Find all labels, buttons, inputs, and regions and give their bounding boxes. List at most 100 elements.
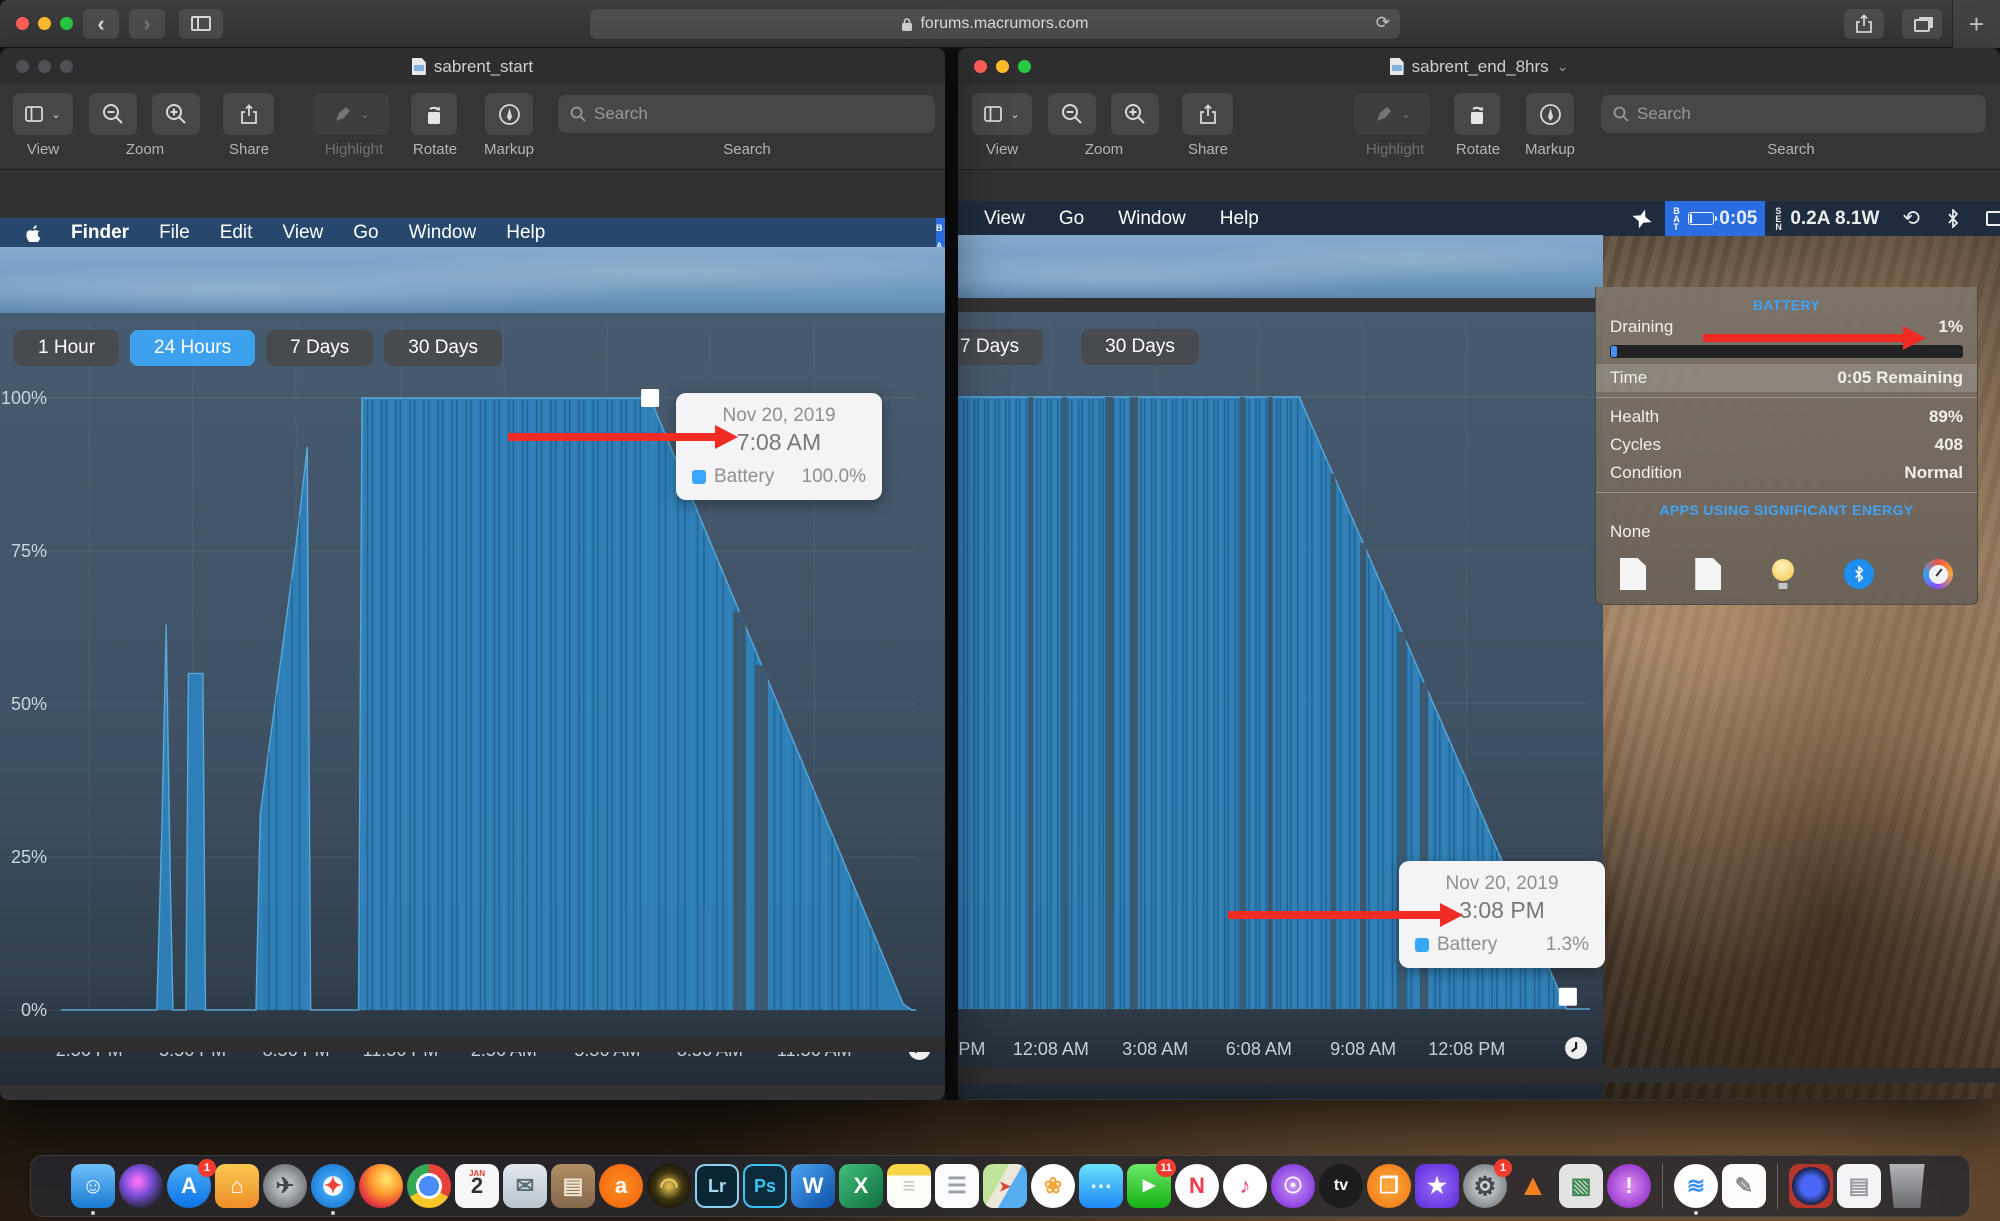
- sidebar-toggle-button[interactable]: [179, 9, 223, 39]
- markup-button[interactable]: [485, 93, 533, 135]
- rotate-button[interactable]: [411, 93, 457, 135]
- sensor-status-item[interactable]: SEN 0.2A 8.1W: [1765, 207, 1889, 231]
- chart-cursor-marker[interactable]: [641, 389, 659, 407]
- share-button[interactable]: [1844, 9, 1884, 39]
- dock-item-books[interactable]: ❐: [1367, 1164, 1411, 1208]
- dock-item-trash[interactable]: [1885, 1164, 1929, 1208]
- dock-item-siri[interactable]: [119, 1164, 163, 1208]
- dock-item-system-preferences[interactable]: ⚙1: [1463, 1164, 1507, 1208]
- dock-item-wifi-doc[interactable]: ▤: [1837, 1164, 1881, 1208]
- dock-item-calendar[interactable]: 2JAN: [455, 1164, 499, 1208]
- back-button[interactable]: ‹: [83, 9, 119, 39]
- right-titlebar[interactable]: sabrent_end_8hrs ⌄: [958, 48, 2000, 85]
- highlight-button[interactable]: ⌄: [1354, 93, 1430, 135]
- dock-item-firefox[interactable]: [359, 1164, 403, 1208]
- dock-item-avast[interactable]: a: [599, 1164, 643, 1208]
- dock-item-radar[interactable]: ◠: [647, 1164, 691, 1208]
- bluetooth-app-icon[interactable]: [1844, 559, 1874, 589]
- menu-item[interactable]: Go: [353, 222, 378, 243]
- document-icon[interactable]: [1620, 558, 1646, 590]
- rotate-button[interactable]: [1454, 93, 1500, 135]
- zoom-out-button[interactable]: [89, 93, 137, 135]
- zoom-in-button[interactable]: [1111, 93, 1159, 135]
- range-button[interactable]: 7 Days: [958, 329, 1043, 365]
- dock-item-photos[interactable]: ❀: [1031, 1164, 1075, 1208]
- apple-menu-icon[interactable]: [26, 224, 41, 242]
- share-button[interactable]: [223, 93, 274, 135]
- dock-item-finder[interactable]: ☺: [71, 1164, 115, 1208]
- dock-item-textedit[interactable]: ✎: [1722, 1164, 1766, 1208]
- chart-cursor-marker[interactable]: [1559, 988, 1577, 1006]
- dock-item-home[interactable]: ⌂: [215, 1164, 259, 1208]
- tab-overview-button[interactable]: [1902, 9, 1942, 39]
- search-field[interactable]: [1601, 95, 1986, 133]
- forward-button[interactable]: ›: [129, 9, 165, 39]
- compass-gauge-icon[interactable]: [1923, 559, 1953, 589]
- document-icon[interactable]: [1695, 558, 1721, 590]
- menu-item[interactable]: View: [282, 222, 323, 243]
- reload-icon[interactable]: ⟳: [1376, 13, 1390, 33]
- minimize-button[interactable]: [38, 17, 51, 30]
- dock-item-word[interactable]: W: [791, 1164, 835, 1208]
- range-button[interactable]: 30 Days: [1081, 329, 1199, 365]
- zoom-out-button[interactable]: [1048, 93, 1096, 135]
- time-machine-icon[interactable]: ⟲: [1902, 206, 1920, 231]
- dock-item-reminders[interactable]: ☰: [935, 1164, 979, 1208]
- new-tab-button[interactable]: +: [1952, 0, 2000, 48]
- dock-item-notes[interactable]: ≡: [887, 1164, 931, 1208]
- search-input[interactable]: [594, 104, 894, 124]
- dock-item-contacts[interactable]: ▤: [551, 1164, 595, 1208]
- range-button[interactable]: 30 Days: [384, 330, 502, 366]
- menu-item[interactable]: Window: [1118, 208, 1186, 229]
- search-input[interactable]: [1637, 104, 1944, 124]
- close-button[interactable]: [16, 17, 29, 30]
- menu-item[interactable]: Help: [506, 222, 545, 243]
- title-chevron-icon[interactable]: ⌄: [1557, 58, 1569, 75]
- left-titlebar[interactable]: sabrent_start: [0, 48, 945, 85]
- markup-button[interactable]: [1526, 93, 1574, 135]
- dock-item-music[interactable]: ♪: [1223, 1164, 1267, 1208]
- dock-item-mail[interactable]: ✉: [503, 1164, 547, 1208]
- search-field[interactable]: [558, 95, 935, 133]
- menu-item[interactable]: View: [984, 208, 1025, 229]
- dock-item-podcasts[interactable]: ☉: [1271, 1164, 1315, 1208]
- dock-item-feedback[interactable]: !: [1607, 1164, 1651, 1208]
- dock-item-apple-tv[interactable]: tv: [1319, 1164, 1363, 1208]
- lightbulb-icon[interactable]: [1771, 559, 1795, 589]
- dock-item-chrome[interactable]: [407, 1164, 451, 1208]
- battery-status-item[interactable]: BAT 0:05: [1665, 201, 1765, 236]
- dock-item-graphics[interactable]: ▧: [1559, 1164, 1603, 1208]
- dock-item-excel[interactable]: X: [839, 1164, 883, 1208]
- dock-item-imovie[interactable]: ★: [1415, 1164, 1459, 1208]
- dock-item-lightroom[interactable]: Lr: [695, 1164, 739, 1208]
- menu-item[interactable]: Edit: [220, 222, 253, 243]
- menu-item[interactable]: Finder: [71, 222, 129, 243]
- highlight-button[interactable]: ⌄: [313, 93, 389, 135]
- view-button[interactable]: ⌄: [13, 93, 73, 135]
- dock-item-maps[interactable]: ➤: [983, 1164, 1027, 1208]
- range-button[interactable]: 1 Hour: [14, 330, 119, 366]
- zoom-button[interactable]: [60, 17, 73, 30]
- dock-item-wifi-tool[interactable]: ≋: [1674, 1164, 1718, 1208]
- range-button[interactable]: 24 Hours: [130, 330, 255, 366]
- menu-item[interactable]: File: [159, 222, 190, 243]
- menu-item[interactable]: Go: [1059, 208, 1084, 229]
- menu-item[interactable]: Window: [409, 222, 477, 243]
- zoom-in-button[interactable]: [152, 93, 200, 135]
- dock-item-android-tool[interactable]: [1789, 1164, 1833, 1208]
- dock-item-launchpad[interactable]: ✈: [263, 1164, 307, 1208]
- bluetooth-icon[interactable]: [1946, 209, 1960, 228]
- view-button[interactable]: ⌄: [972, 93, 1032, 135]
- address-bar[interactable]: forums.macrumors.com ⟳: [590, 9, 1400, 39]
- dock-item-safari[interactable]: ✦: [311, 1164, 355, 1208]
- range-button[interactable]: 7 Days: [266, 330, 373, 366]
- share-button[interactable]: [1182, 93, 1233, 135]
- dock-item-messages[interactable]: ⋯: [1079, 1164, 1123, 1208]
- dock-item-facetime[interactable]: ▶11: [1127, 1164, 1171, 1208]
- display-icon[interactable]: [1986, 211, 2000, 226]
- time-row[interactable]: Time 0:05 Remaining: [1596, 364, 1977, 392]
- dock-item-photoshop[interactable]: Ps: [743, 1164, 787, 1208]
- dock-item-vlc[interactable]: ▲: [1511, 1164, 1555, 1208]
- dock-item-app-store[interactable]: A1: [167, 1164, 211, 1208]
- menu-item[interactable]: Help: [1220, 208, 1259, 229]
